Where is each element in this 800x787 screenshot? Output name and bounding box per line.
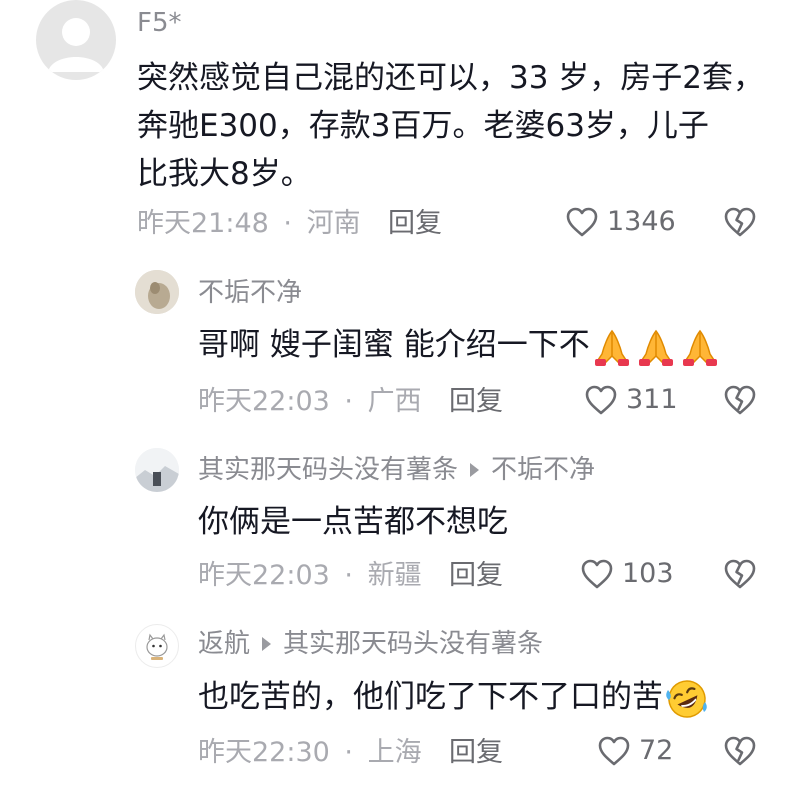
comment-location: 新疆 <box>367 560 422 591</box>
reply-button[interactable]: 回复 <box>449 560 503 592</box>
like-button[interactable]: 1346 <box>565 206 676 238</box>
folded-hands-icon <box>636 326 676 368</box>
rolling-laughing-icon <box>665 678 709 720</box>
comment-text: 你俩是一点苦都不想吃 <box>198 504 508 540</box>
avatar-image <box>135 270 179 314</box>
avatar[interactable] <box>135 448 179 492</box>
comment-time: 昨天21:48 <box>137 208 269 239</box>
comment-username[interactable]: 其实那天码头没有薯条 <box>198 455 458 485</box>
comment-meta: 昨天22:03 · 广西 <box>198 386 422 418</box>
comment-meta: 昨天22:03 · 新疆 <box>198 560 422 592</box>
avatar[interactable] <box>135 624 179 668</box>
meta-separator: · <box>283 208 292 239</box>
comment-location: 河南 <box>306 208 361 239</box>
comment-text-content: 也吃苦的，他们吃了下不了口的苦 <box>198 679 663 715</box>
comment-location: 广西 <box>367 386 422 417</box>
folded-hands-icon <box>680 326 720 368</box>
heart-icon <box>566 207 598 237</box>
comment-meta: 昨天21:48 · 河南 <box>137 208 361 240</box>
reply-arrow-icon <box>262 636 272 651</box>
comment-text-content: 哥啊 嫂子闺蜜 能介绍一下不 <box>198 327 590 363</box>
comment-username[interactable]: 返航 <box>198 629 250 659</box>
avatar-image <box>146 633 168 660</box>
heart-icon <box>581 559 613 589</box>
broken-heart-icon <box>724 207 756 237</box>
comment-time: 昨天22:30 <box>198 737 330 768</box>
comment-text-line: 比我大8岁。 <box>137 156 312 192</box>
reply-to-username[interactable]: 其实那天码头没有薯条 <box>283 629 543 659</box>
dislike-button[interactable] <box>723 384 757 416</box>
broken-heart-icon <box>724 736 756 766</box>
like-button[interactable]: 311 <box>584 384 678 416</box>
like-count: 311 <box>626 384 678 415</box>
reply-to-username[interactable]: 不垢不净 <box>491 455 595 485</box>
like-button[interactable]: 72 <box>597 735 673 767</box>
like-count: 1346 <box>607 206 676 237</box>
like-count: 72 <box>639 735 674 766</box>
reply-button[interactable]: 回复 <box>449 737 503 769</box>
comment-time: 昨天22:03 <box>198 560 330 591</box>
like-count: 103 <box>622 558 674 589</box>
default-avatar-icon <box>48 18 104 72</box>
meta-separator: · <box>344 560 353 591</box>
reply-arrow-icon <box>470 462 480 477</box>
avatar[interactable] <box>135 270 179 314</box>
comment-meta: 昨天22:30 · 上海 <box>198 737 422 769</box>
dislike-button[interactable] <box>723 735 757 767</box>
heart-icon <box>585 385 617 415</box>
folded-hands-icon <box>592 326 632 368</box>
comment-text: 也吃苦的，他们吃了下不了口的苦 <box>198 674 709 721</box>
reply-button[interactable]: 回复 <box>449 386 503 418</box>
avatar[interactable] <box>36 0 116 80</box>
comment-text-line: 突然感觉自己混的还可以，33 岁，房子2套， <box>137 60 765 96</box>
reply-button[interactable]: 回复 <box>388 208 442 240</box>
avatar-image <box>135 448 179 492</box>
broken-heart-icon <box>724 385 756 415</box>
heart-icon <box>598 736 630 766</box>
comment-text-line: 奔驰E300，存款3百万。老婆63岁，儿子 <box>137 108 709 144</box>
meta-separator: · <box>344 386 353 417</box>
like-button[interactable]: 103 <box>580 558 674 590</box>
comment-text: 哥啊 嫂子闺蜜 能介绍一下不 <box>198 322 720 369</box>
comment-username[interactable]: F5* <box>137 8 182 38</box>
comment-username[interactable]: 不垢不净 <box>198 278 302 308</box>
meta-separator: · <box>344 737 353 768</box>
dislike-button[interactable] <box>723 558 757 590</box>
comment-location: 上海 <box>367 737 422 768</box>
comment-username-line: 其实那天码头没有薯条 不垢不净 <box>198 455 595 485</box>
broken-heart-icon <box>724 559 756 589</box>
comment-username-line: 返航 其实那天码头没有薯条 <box>198 629 543 659</box>
dislike-button[interactable] <box>723 206 757 238</box>
comment-time: 昨天22:03 <box>198 386 330 417</box>
